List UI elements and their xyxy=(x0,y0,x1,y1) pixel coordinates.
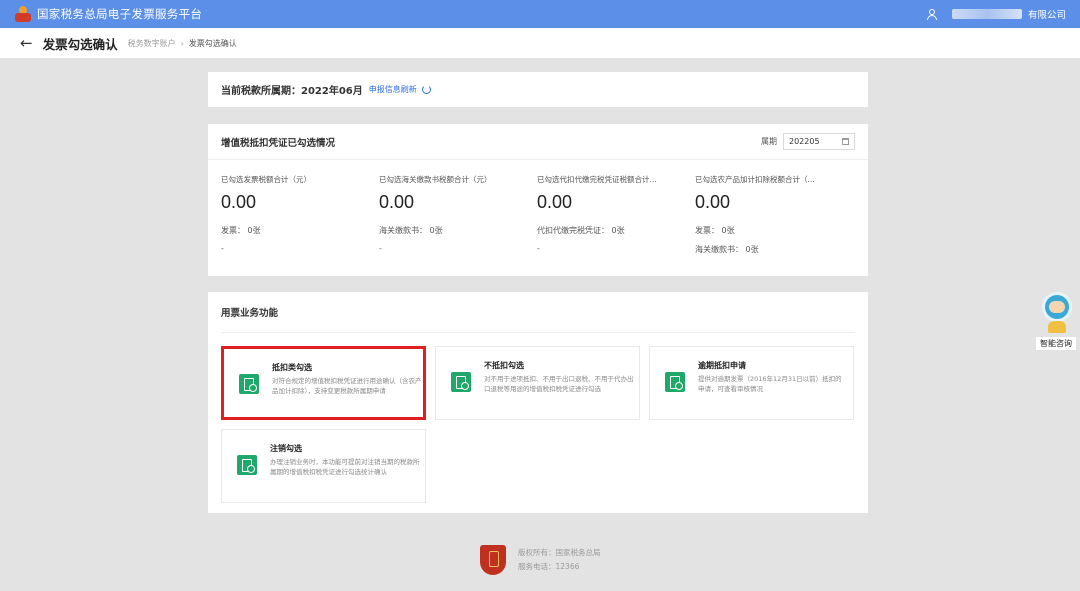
user-company-suffix: 有限公司 xyxy=(1027,10,1066,21)
stat-invoice-tax: 已勾选发票税额合计（元） 0.00 发票： 0张 - xyxy=(221,174,379,255)
stat-count: 海关缴款书： 0张 xyxy=(379,226,443,235)
smart-consult-label: 智能咨询 xyxy=(1036,337,1076,350)
refresh-icon[interactable] xyxy=(421,85,431,94)
tile-deregistration-selection[interactable]: 注销勾选 办理注销业务时，本功能可提前对注销当期的税款所属期的增值税扣税凭证进行… xyxy=(221,429,426,503)
tile-name: 抵扣类勾选 xyxy=(272,363,312,372)
service-phone: 服务电话：12366 xyxy=(518,562,580,571)
no-deduct-doc-icon xyxy=(451,372,471,392)
stat-value: 0.00 xyxy=(379,192,415,212)
divider xyxy=(208,159,868,160)
tax-emblem-icon xyxy=(480,545,506,575)
stat-customs-tax: 已勾选海关缴款书税额合计（元） 0.00 海关缴款书： 0张 - xyxy=(379,174,537,255)
back-arrow-icon[interactable]: ← xyxy=(20,34,33,52)
tile-overdue-deduction[interactable]: 逾期抵扣申请 提供对逾期发票（2016年12月31日以前）抵扣的申请，可查看审核… xyxy=(649,346,854,420)
stat-value: 0.00 xyxy=(221,192,257,212)
deduct-doc-icon xyxy=(239,374,259,394)
deregister-doc-icon xyxy=(237,455,257,475)
stat-count: 发票： 0张 xyxy=(695,226,735,235)
smart-consult-widget[interactable]: 智能咨询 xyxy=(1036,290,1076,352)
tile-desc: 对符合规定的增值税扣税凭证进行用途确认（含农产品加计扣除），支持变更税款所属期申… xyxy=(272,377,422,395)
user-icon xyxy=(926,9,937,20)
tile-name: 注销勾选 xyxy=(270,444,302,453)
page-title: 发票勾选确认 xyxy=(42,36,118,52)
top-bar: 国家税务总局电子发票服务平台 有限公司 xyxy=(0,0,1080,28)
stat-withholding-tax: 已勾选代扣代缴完税凭证税额合计... 0.00 代扣代缴完税凭证： 0张 - xyxy=(537,174,695,255)
stats-title: 增值税抵扣凭证已勾选情况 xyxy=(221,137,336,149)
robot-body xyxy=(1048,321,1066,333)
breadcrumb-separator: › xyxy=(180,38,184,48)
page-header: ← 发票勾选确认 税务数字账户 › 发票勾选确认 xyxy=(0,28,1080,58)
stat-label: 已勾选农产品加计扣除税额合计（... xyxy=(695,175,815,184)
current-tax-period: 当前税款所属期：2022年06月 xyxy=(221,86,363,97)
tile-desc: 办理注销业务时，本功能可提前对注销当期的税款所属期的增值税扣税凭证进行勾选统计确… xyxy=(270,458,420,476)
tile-desc: 对不用于进项抵扣、不用于出口退税、不用于代办出口退税等用途的增值税扣税凭证进行勾… xyxy=(484,375,634,393)
stat-extra: - xyxy=(537,244,540,253)
stat-label: 已勾选代扣代缴完税凭证税额合计... xyxy=(537,175,657,184)
copyright: 版权所有：国家税务总局 xyxy=(518,548,601,557)
stat-label: 已勾选发票税额合计（元） xyxy=(221,175,311,184)
calendar-icon xyxy=(842,138,849,145)
breadcrumb-item-tax-account[interactable]: 税务数字账户 xyxy=(128,38,176,49)
tile-desc: 提供对逾期发票（2016年12月31日以前）抵扣的申请，可查看审核情况 xyxy=(698,375,842,393)
stat-agricultural-tax: 已勾选农产品加计扣除税额合计（... 0.00 发票： 0张 海关缴款书： 0张 xyxy=(695,174,853,255)
stat-extra: - xyxy=(221,244,224,253)
stat-count: 代扣代缴完税凭证： 0张 xyxy=(537,226,625,235)
stat-extra: 海关缴款书： 0张 xyxy=(695,245,759,254)
period-picker-label: 属期 xyxy=(761,137,777,146)
period-picker-input[interactable]: 202205 xyxy=(783,133,855,150)
business-functions-card: 用票业务功能 抵扣类勾选 对符合规定的增值税扣税凭证进行用途确认（含农产品加计扣… xyxy=(208,292,868,513)
stat-value: 0.00 xyxy=(695,192,731,212)
site-title: 国家税务总局电子发票服务平台 xyxy=(37,7,203,21)
refresh-declaration-link[interactable]: 申报信息刷新 xyxy=(369,84,417,95)
tile-name: 不抵扣勾选 xyxy=(484,361,524,370)
stat-extra: - xyxy=(379,244,382,253)
period-picker-value: 202205 xyxy=(789,137,820,146)
user-menu[interactable]: 有限公司 xyxy=(926,7,1066,21)
tax-period-card: 当前税款所属期：2022年06月 申报信息刷新 xyxy=(208,72,868,107)
edit-doc-icon xyxy=(665,372,685,392)
functions-title: 用票业务功能 xyxy=(221,308,279,319)
user-name-redacted xyxy=(951,9,1022,19)
period-picker: 属期 202205 xyxy=(761,133,855,150)
robot-face xyxy=(1049,301,1065,313)
tile-name: 逾期抵扣申请 xyxy=(698,361,746,370)
divider xyxy=(221,332,855,333)
tile-non-deductible-selection[interactable]: 不抵扣勾选 对不用于进项抵扣、不用于出口退税、不用于代办出口退税等用途的增值税扣… xyxy=(435,346,640,420)
breadcrumb-item-current: 发票勾选确认 xyxy=(188,38,237,48)
selection-stats-card: 增值税抵扣凭证已勾选情况 属期 202205 已勾选发票税额合计（元） 0.00… xyxy=(208,124,868,276)
stat-value: 0.00 xyxy=(537,192,573,212)
footer: 版权所有：国家税务总局 服务电话：12366 xyxy=(480,545,601,575)
stat-count: 发票： 0张 xyxy=(221,226,261,235)
tax-logo-icon xyxy=(14,6,32,22)
tile-deductible-selection[interactable]: 抵扣类勾选 对符合规定的增值税扣税凭证进行用途确认（含农产品加计扣除），支持变更… xyxy=(221,346,426,420)
stat-label: 已勾选海关缴款书税额合计（元） xyxy=(379,175,492,184)
